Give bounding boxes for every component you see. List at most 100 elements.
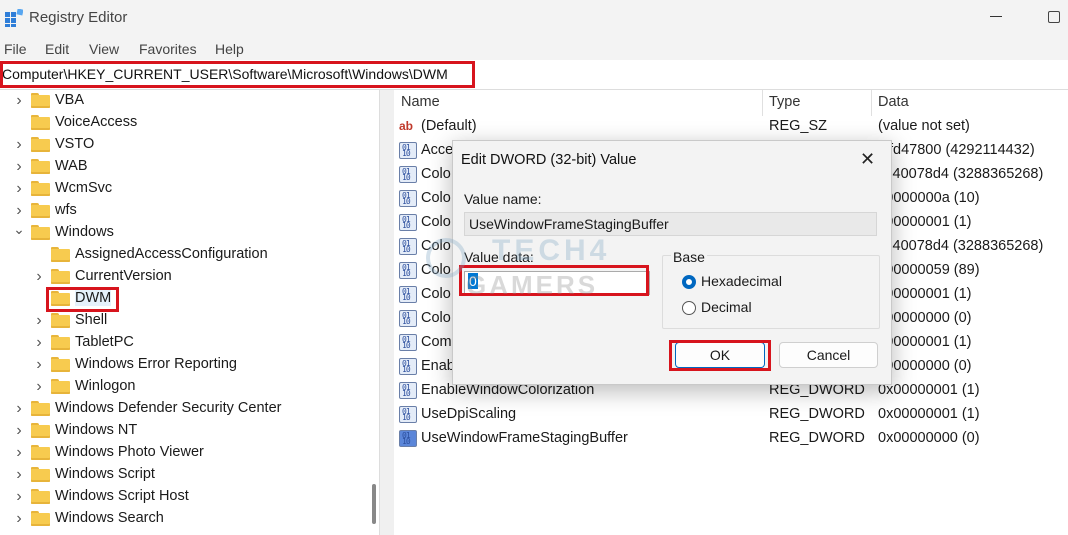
column-header-type[interactable]: Type bbox=[769, 94, 800, 110]
tree-item-label: CurrentVersion bbox=[75, 268, 172, 284]
tree-item-label: VoiceAccess bbox=[55, 114, 138, 130]
value-data: x00000001 (1) bbox=[878, 214, 972, 230]
menu-file[interactable]: File bbox=[4, 41, 27, 57]
folder-icon bbox=[31, 423, 50, 438]
tree-item[interactable]: ⌄ Windows bbox=[0, 222, 375, 244]
folder-icon bbox=[31, 137, 50, 152]
menu-help[interactable]: Help bbox=[215, 41, 244, 57]
chevron-right-icon[interactable]: › bbox=[32, 266, 46, 288]
menu-favorites[interactable]: Favorites bbox=[139, 41, 197, 57]
chevron-right-icon[interactable]: › bbox=[32, 376, 46, 398]
value-data: xc40078d4 (3288365268) bbox=[878, 166, 1044, 182]
pane-splitter[interactable] bbox=[379, 90, 394, 535]
value-name: Colo bbox=[421, 262, 451, 278]
tree-item-label: wfs bbox=[55, 202, 77, 218]
column-header-data[interactable]: Data bbox=[878, 94, 909, 110]
chevron-right-icon[interactable]: › bbox=[12, 398, 26, 420]
chevron-right-icon[interactable]: › bbox=[12, 508, 26, 530]
registry-editor-icon bbox=[5, 9, 23, 27]
folder-icon bbox=[51, 247, 70, 262]
value-row[interactable]: ab (Default) REG_SZ (value not set) bbox=[394, 115, 1068, 139]
value-data: 0x00000001 (1) bbox=[878, 382, 980, 398]
chevron-right-icon[interactable]: › bbox=[12, 90, 26, 112]
value-name: UseWindowFrameStagingBuffer bbox=[421, 430, 628, 446]
chevron-right-icon[interactable]: › bbox=[12, 178, 26, 200]
value-name-text: UseWindowFrameStagingBuffer bbox=[469, 216, 669, 232]
dword-value-icon: 01 10 bbox=[399, 190, 417, 207]
dword-value-icon: 01 10 bbox=[399, 262, 417, 279]
chevron-right-icon[interactable]: › bbox=[12, 486, 26, 508]
tree-scrollbar[interactable] bbox=[372, 484, 376, 524]
folder-icon bbox=[31, 181, 50, 196]
cancel-button[interactable]: Cancel bbox=[779, 342, 878, 368]
value-row[interactable]: 01 10 UseDpiScaling REG_DWORD 0x00000001 (1) bbox=[394, 403, 1068, 427]
tree-item[interactable]: › VSTO bbox=[0, 134, 375, 156]
chevron-right-icon[interactable]: › bbox=[12, 156, 26, 178]
folder-icon bbox=[51, 335, 70, 350]
menu-view[interactable]: View bbox=[89, 41, 119, 57]
menu-edit[interactable]: Edit bbox=[45, 41, 69, 57]
tree-item[interactable]: › Windows Defender Security Center bbox=[0, 398, 375, 420]
folder-icon bbox=[31, 225, 50, 240]
tree-item[interactable]: › wfs bbox=[0, 200, 375, 222]
tree-item[interactable]: › Winlogon bbox=[0, 376, 375, 398]
tree-item[interactable]: › WAB bbox=[0, 156, 375, 178]
chevron-right-icon[interactable]: › bbox=[12, 134, 26, 156]
chevron-right-icon[interactable]: › bbox=[12, 442, 26, 464]
dword-value-icon: 01 10 bbox=[399, 166, 417, 183]
value-type: REG_SZ bbox=[769, 118, 828, 134]
tree-item[interactable]: › Windows Search bbox=[0, 508, 375, 530]
value-data: (value not set) bbox=[878, 118, 970, 134]
maximize-button[interactable] bbox=[1048, 11, 1060, 23]
tree-item-label: VBA bbox=[55, 92, 85, 108]
tree-item[interactable]: › Windows Photo Viewer bbox=[0, 442, 375, 464]
folder-icon bbox=[51, 313, 70, 328]
column-header-name[interactable]: Name bbox=[401, 94, 440, 110]
tree-item[interactable]: AssignedAccessConfiguration bbox=[0, 244, 375, 266]
chevron-right-icon[interactable]: › bbox=[12, 420, 26, 442]
tree-item[interactable]: › Windows Script Host bbox=[0, 486, 375, 508]
tree-item[interactable]: › Shell bbox=[0, 310, 375, 332]
tree-item[interactable]: › WcmSvc bbox=[0, 178, 375, 200]
hexadecimal-label[interactable]: Hexadecimal bbox=[701, 273, 782, 289]
close-icon[interactable]: ✕ bbox=[860, 149, 875, 170]
dword-value-icon: 01 10 bbox=[399, 430, 417, 447]
tree-item-label: AssignedAccessConfiguration bbox=[75, 246, 268, 262]
tree-item-label: Windows bbox=[55, 224, 114, 240]
menu-bar: File Edit View Favorites Help bbox=[0, 36, 1068, 60]
folder-icon bbox=[31, 159, 50, 174]
chevron-right-icon[interactable]: › bbox=[32, 354, 46, 376]
decimal-label[interactable]: Decimal bbox=[701, 299, 752, 315]
dword-value-icon: 01 10 bbox=[399, 214, 417, 231]
folder-icon bbox=[51, 379, 70, 394]
value-name: Colo bbox=[421, 190, 451, 206]
value-data: xc40078d4 (3288365268) bbox=[878, 238, 1044, 254]
dword-value-icon: 01 10 bbox=[399, 382, 417, 399]
decimal-radio[interactable] bbox=[682, 301, 696, 315]
base-group bbox=[662, 255, 880, 329]
column-separator[interactable] bbox=[871, 90, 872, 116]
value-data: x00000000 (0) bbox=[878, 310, 972, 326]
chevron-down-icon[interactable]: ⌄ bbox=[12, 222, 26, 244]
tree-item[interactable]: › Windows NT bbox=[0, 420, 375, 442]
chevron-right-icon[interactable]: › bbox=[12, 200, 26, 222]
chevron-right-icon[interactable]: › bbox=[32, 310, 46, 332]
tree-item[interactable]: › Windows Error Reporting bbox=[0, 354, 375, 376]
value-data: 0x00000001 (1) bbox=[878, 406, 980, 422]
value-name: Colo bbox=[421, 214, 451, 230]
tree-item[interactable]: › VBA bbox=[0, 90, 375, 112]
value-row[interactable]: 01 10 UseWindowFrameStagingBuffer REG_DWORD… bbox=[394, 427, 1068, 451]
minimize-button[interactable] bbox=[990, 16, 1002, 17]
tree-item[interactable]: › CurrentVersion bbox=[0, 266, 375, 288]
tree-item[interactable]: › TabletPC bbox=[0, 332, 375, 354]
tree-item-label: WAB bbox=[55, 158, 88, 174]
tree-item-label: Windows Photo Viewer bbox=[55, 444, 204, 460]
value-data: x00000001 (1) bbox=[878, 286, 972, 302]
tree-item-label: Windows Script Host bbox=[55, 488, 189, 504]
hexadecimal-radio[interactable] bbox=[682, 275, 696, 289]
chevron-right-icon[interactable]: › bbox=[12, 464, 26, 486]
chevron-right-icon[interactable]: › bbox=[32, 332, 46, 354]
tree-item[interactable]: VoiceAccess bbox=[0, 112, 375, 134]
column-separator[interactable] bbox=[762, 90, 763, 116]
tree-item[interactable]: › Windows Script bbox=[0, 464, 375, 486]
